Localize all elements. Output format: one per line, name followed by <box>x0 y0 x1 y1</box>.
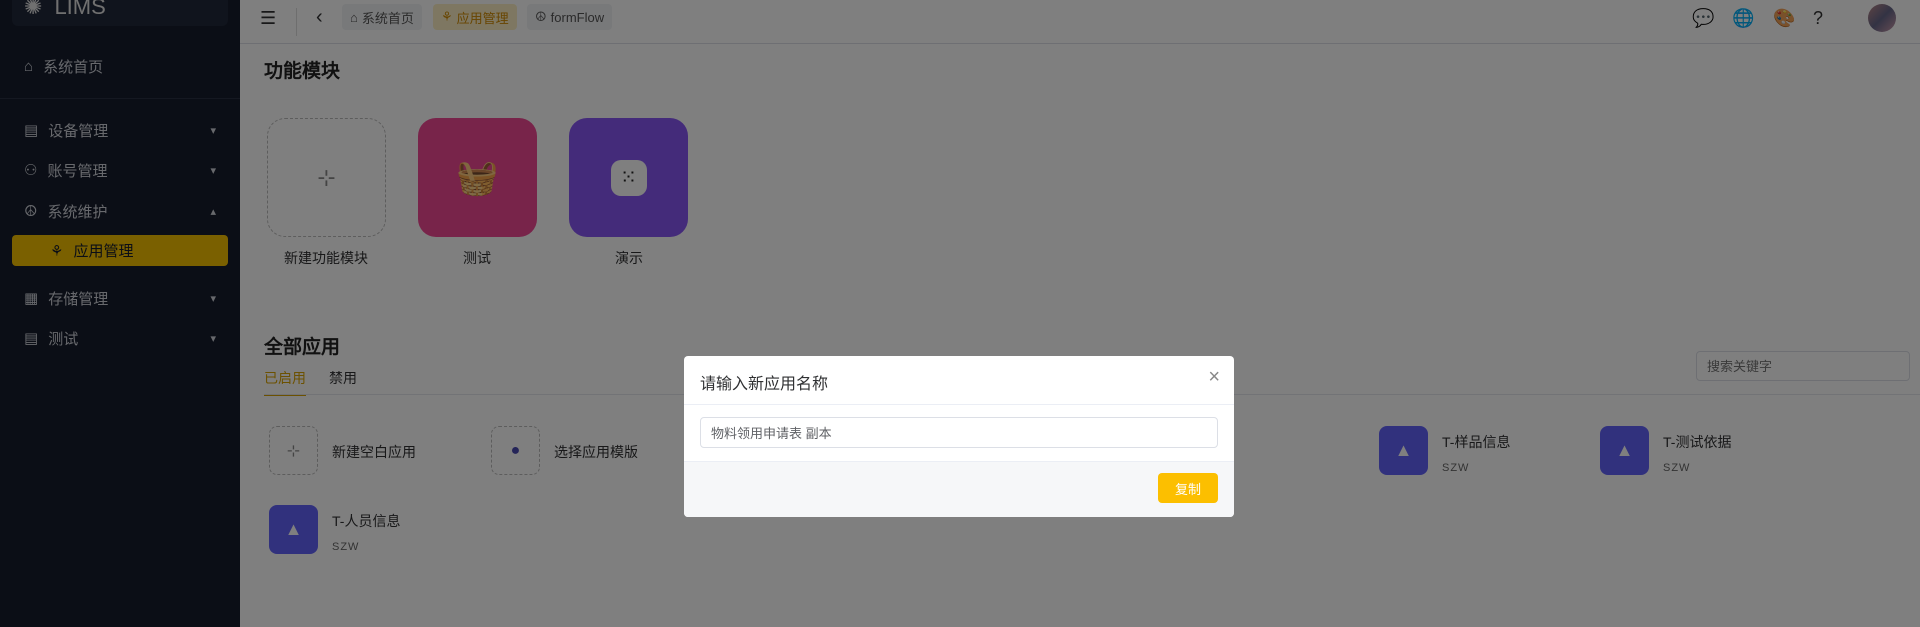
close-icon[interactable]: × <box>1208 366 1220 389</box>
dialog-title: 请输入新应用名称 <box>700 376 829 393</box>
copy-button[interactable]: 复制 <box>1158 473 1218 503</box>
app-name-input[interactable] <box>700 417 1218 448</box>
modal-overlay[interactable] <box>0 0 1920 627</box>
dialog-footer <box>684 461 1234 517</box>
rename-dialog: 请输入新应用名称 × 复制 <box>684 356 1234 517</box>
divider <box>684 404 1234 405</box>
